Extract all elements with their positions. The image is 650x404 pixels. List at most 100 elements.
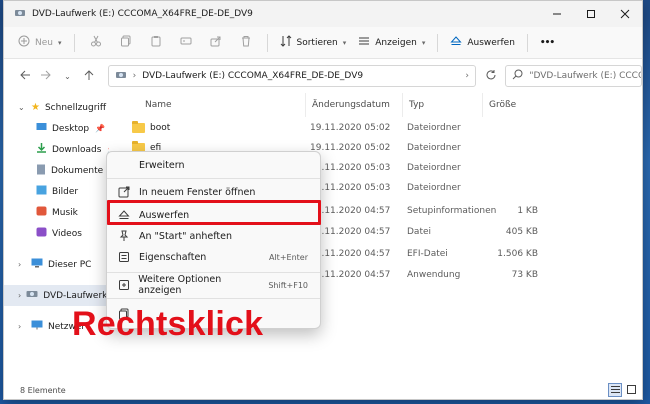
sidebar-item-downloads[interactable]: Downloads 📌 <box>4 139 109 160</box>
column-header-label: Name <box>145 100 172 110</box>
file-type: Dateiordner <box>407 183 461 193</box>
share-icon <box>210 35 222 50</box>
network-icon <box>31 320 43 333</box>
sidebar-item-this-pc[interactable]: › Dieser PC <box>4 254 109 275</box>
context-menu: Erweitern In neuem Fenster öffnen Auswer… <box>106 151 321 329</box>
sidebar-item-label: Videos <box>52 228 82 239</box>
sidebar-item-label: Dieser PC <box>48 259 92 270</box>
more-options-icon <box>117 279 130 291</box>
file-date: 19.11.2020 05:02 <box>310 123 391 133</box>
status-bar: 8 Elemente <box>4 381 642 399</box>
rename-button[interactable] <box>171 31 201 55</box>
arrow-up-icon <box>83 69 95 84</box>
menu-item-pin-to-start[interactable]: An "Start" anheften <box>113 226 314 246</box>
sidebar-item-pictures[interactable]: Bilder <box>4 181 109 202</box>
chevron-right-icon[interactable]: › <box>18 322 26 331</box>
chevron-right-icon[interactable]: › <box>18 260 26 269</box>
copy-button[interactable] <box>111 31 141 55</box>
close-button[interactable] <box>608 1 642 27</box>
arrow-left-icon <box>19 69 31 84</box>
back-button[interactable] <box>14 65 35 87</box>
paste-button[interactable] <box>141 31 171 55</box>
chevron-down-icon: ▾ <box>421 38 426 47</box>
pin-icon <box>117 230 131 242</box>
videos-icon <box>36 227 47 240</box>
file-name: boot <box>150 123 171 133</box>
file-date: 19.11.2020 04:57 <box>310 249 391 259</box>
eject-button[interactable]: Auswerfen <box>444 31 521 55</box>
desktop-icon <box>36 122 47 135</box>
chevron-right-icon[interactable]: › <box>18 291 21 300</box>
view-button[interactable]: Anzeigen ▾ <box>352 31 431 55</box>
column-header-date[interactable]: Änderungsdatum <box>305 93 402 117</box>
file-size: 73 KB <box>511 270 538 280</box>
forward-button[interactable] <box>35 65 56 87</box>
sidebar-item-videos[interactable]: Videos <box>4 223 109 244</box>
menu-item-properties[interactable]: Eigenschaften Alt+Enter <box>113 247 314 267</box>
new-button[interactable]: Neu ▾ <box>12 31 68 55</box>
menu-item-more-options[interactable]: Weitere Optionen anzeigen Shift+F10 <box>113 274 314 296</box>
toolbar-divider <box>266 33 268 52</box>
new-window-icon <box>117 186 131 198</box>
more-icon: ••• <box>539 37 555 48</box>
delete-button[interactable] <box>231 31 261 55</box>
eject-icon <box>450 35 462 50</box>
sort-icon <box>280 35 292 50</box>
menu-item-expand[interactable]: Erweitern <box>113 155 314 175</box>
file-date: 19.11.2020 04:57 <box>310 206 391 216</box>
up-button[interactable] <box>78 65 99 87</box>
minimize-button[interactable] <box>540 1 574 27</box>
plus-circle-icon <box>18 35 30 50</box>
chevron-down-icon[interactable]: ⌄ <box>18 103 26 112</box>
search-input[interactable]: "DVD-Laufwerk (E:) CCCOMA <box>505 65 642 87</box>
toolbar-divider <box>437 33 439 52</box>
address-bar[interactable]: › DVD-Laufwerk (E:) CCCOMA_X64FRE_DE-DE_… <box>107 65 476 87</box>
chevron-down-icon: ▾ <box>342 38 347 47</box>
search-icon <box>512 69 523 83</box>
dvd-drive-icon <box>115 69 127 84</box>
tiles-view-button[interactable] <box>624 383 638 397</box>
cut-button[interactable] <box>81 31 111 55</box>
more-options-button[interactable]: ••• <box>534 31 560 55</box>
navigation-row: ⌄ › DVD-Laufwerk (E:) CCCOMA_X64FRE_DE-D… <box>4 59 642 93</box>
details-view-button[interactable] <box>608 383 622 397</box>
title-bar: DVD-Laufwerk (E:) CCCOMA_X64FRE_DE-DE_DV… <box>4 1 642 27</box>
column-header-type[interactable]: Typ <box>402 93 482 117</box>
file-size: 1.506 KB <box>497 249 538 259</box>
menu-item-label: Erweitern <box>139 159 185 171</box>
history-dropdown-button[interactable]: ⌄ <box>57 65 78 87</box>
dvd-drive-icon <box>26 289 38 302</box>
view-list-icon <box>358 35 370 50</box>
share-button[interactable] <box>201 31 231 55</box>
sidebar-item-desktop[interactable]: Desktop 📌 <box>4 118 109 139</box>
sidebar-item-quick-access[interactable]: ⌄ ★ Schnellzugriff <box>4 97 109 118</box>
sidebar-item-dvd-drive[interactable]: › DVD-Laufwerk (E: <box>4 285 109 306</box>
maximize-button[interactable] <box>574 1 608 27</box>
address-path: DVD-Laufwerk (E:) CCCOMA_X64FRE_DE-DE_DV… <box>142 71 364 81</box>
column-header-name[interactable]: Name <box>139 93 305 117</box>
menu-item-open-new-window[interactable]: In neuem Fenster öffnen <box>113 182 314 202</box>
file-type: EFI-Datei <box>407 249 448 259</box>
scissors-icon <box>90 35 102 50</box>
table-row[interactable]: boot 19.11.2020 05:02 Dateiordner <box>110 118 642 138</box>
file-name-cell: boot <box>132 118 170 138</box>
file-date: 19.11.2020 04:57 <box>310 270 391 280</box>
file-type: Datei <box>407 227 432 237</box>
file-type: Dateiordner <box>407 123 461 133</box>
menu-item-shortcut: Alt+Enter <box>268 252 308 262</box>
star-icon: ★ <box>31 102 40 113</box>
column-header-size[interactable]: Größe <box>482 93 542 117</box>
toolbar-divider <box>526 33 528 52</box>
pin-icon: 📌 <box>95 124 105 133</box>
refresh-button[interactable] <box>480 65 501 87</box>
sidebar-item-music[interactable]: Musik <box>4 202 109 223</box>
file-size <box>482 118 538 138</box>
search-placeholder: "DVD-Laufwerk (E:) CCCOMA <box>529 71 641 81</box>
menu-item-label: Eigenschaften <box>139 251 207 263</box>
sort-button[interactable]: Sortieren ▾ <box>274 31 353 55</box>
sidebar-item-documents[interactable]: Dokumente <box>4 160 109 181</box>
details-view-icon <box>610 385 620 396</box>
window-title: DVD-Laufwerk (E:) CCCOMA_X64FRE_DE-DE_DV… <box>32 9 253 19</box>
sidebar-item-label: Dokumente <box>51 165 104 176</box>
refresh-icon <box>485 69 497 84</box>
